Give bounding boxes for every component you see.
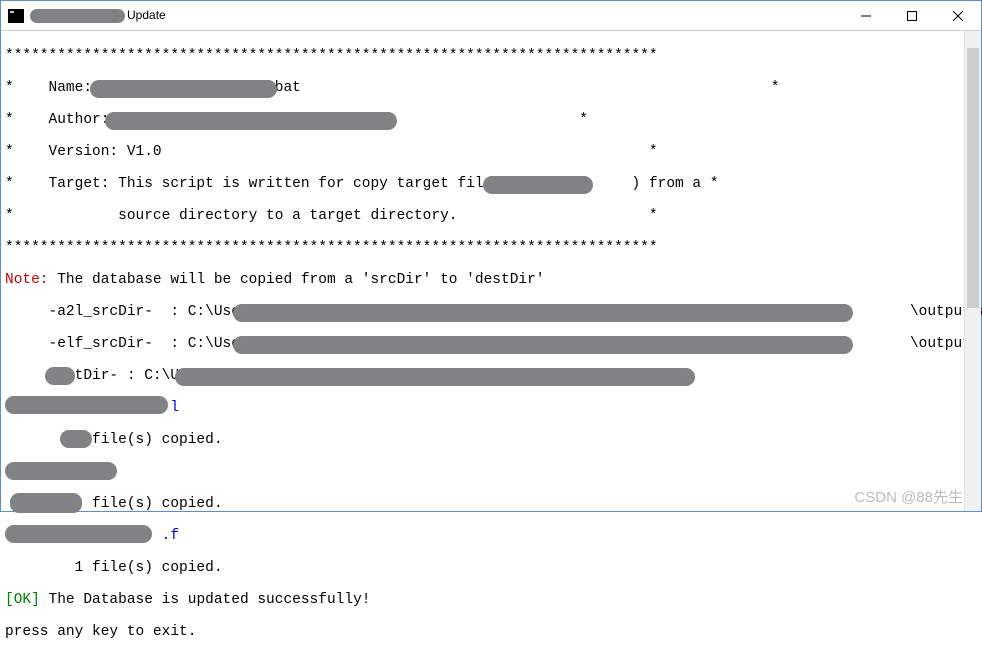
header-version: * Version: V1.0 * [5, 144, 977, 160]
redaction [105, 112, 397, 130]
copy-block-2 [5, 464, 977, 480]
redaction [483, 176, 593, 194]
a2l-srcdir: -a2l_srcDir- : C:\Users\ \output\a2l [5, 304, 977, 320]
redaction [90, 80, 277, 98]
ok-line: [OK] The Database is updated successfull… [5, 592, 977, 608]
copied-3: 1 file(s) copied. [5, 560, 977, 576]
header-target-2: * source directory to a target directory… [5, 208, 977, 224]
vertical-scrollbar[interactable] [964, 31, 981, 511]
minimize-button[interactable] [843, 1, 889, 30]
redaction [233, 336, 853, 354]
redaction [175, 368, 695, 386]
redaction [5, 525, 152, 543]
copy-block-1: l [5, 400, 977, 416]
header-name: * Name: .bat * [5, 80, 977, 96]
cmd-icon [8, 9, 24, 23]
redaction [5, 396, 168, 414]
redaction [5, 462, 117, 480]
scroll-thumb[interactable] [967, 48, 979, 308]
window-controls [843, 1, 981, 30]
title-text: Update [127, 8, 166, 22]
redaction [45, 367, 75, 385]
close-button[interactable] [935, 1, 981, 30]
terminal-output: ****************************************… [1, 31, 981, 511]
note-line: Note: The database will be copied from a… [5, 272, 977, 288]
copied-1: 1 file(s) copied. [5, 432, 977, 448]
destdir: destDir- : C:\Users\ [5, 368, 977, 384]
note-tag: Note: [5, 272, 49, 288]
window-title: Update [30, 8, 843, 23]
header-author: * Author: * [5, 112, 977, 128]
watermark: CSDN @88先生 [854, 486, 963, 507]
header-border-bottom: ****************************************… [5, 240, 977, 256]
redaction [233, 304, 853, 322]
header-border-top: ****************************************… [5, 48, 977, 64]
redaction [30, 9, 125, 23]
exit-prompt: press any key to exit. [5, 624, 977, 640]
redaction [60, 430, 92, 448]
copy-block-3: .f [5, 528, 977, 544]
elf-srcdir: -elf_srcDir- : C:\Users\ \output [5, 336, 977, 352]
ok-tag: [OK] [5, 592, 40, 608]
redaction [10, 493, 82, 513]
window-titlebar: Update [1, 1, 981, 31]
maximize-button[interactable] [889, 1, 935, 30]
header-target-1: * Target: This script is written for cop… [5, 176, 977, 192]
copied-2: file(s) copied. [5, 496, 977, 512]
